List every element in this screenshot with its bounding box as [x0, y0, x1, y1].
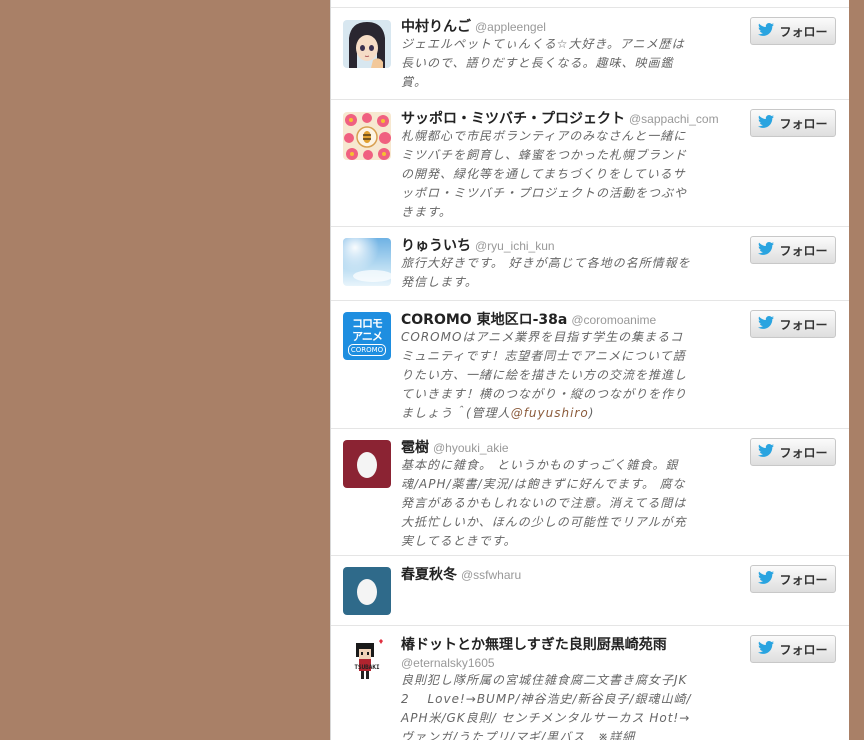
flower-pattern-icon	[343, 112, 391, 160]
follow-label: フォロー	[779, 116, 828, 131]
user-avatar[interactable]	[343, 238, 391, 286]
list-item: サッポロ・ミツバチ・プロジェクト @sappachi_com 札幌都心で市民ボラン…	[331, 99, 850, 226]
screen-name[interactable]: @appleengel	[475, 20, 546, 34]
logo-text-3: COROMO	[347, 343, 387, 356]
bio-text-end: )	[588, 406, 595, 420]
user-name[interactable]: 雹樹 @hyouki_akie	[401, 437, 509, 457]
user-name[interactable]: 春夏秋冬 @ssfwharu	[401, 564, 521, 584]
follow-button[interactable]: フォロー	[750, 236, 836, 264]
user-name[interactable]: サッポロ・ミツバチ・プロジェクト @sappachi_com	[401, 108, 719, 128]
twitter-bird-icon	[758, 316, 775, 332]
user-avatar[interactable]: TSUBAKI	[343, 637, 391, 685]
follow-button[interactable]: フォロー	[750, 438, 836, 466]
user-bio: 札幌都心で市民ボランティアのみなさんと一緒にミツバチを飼育し、蜂蜜をつかった札幌…	[401, 129, 688, 219]
list-item: コロモ アニメ COROMO COROMO 東地区ロ-38a @coromoani…	[331, 300, 850, 428]
user-name[interactable]: りゅういち @ryu_ichi_kun	[401, 235, 555, 255]
avatar-caption: TSUBAKI	[354, 664, 380, 671]
list-item: りゅういち @ryu_ichi_kun 旅行大好きです。 好きが高じて各地の名所情…	[331, 226, 850, 300]
follow-label: フォロー	[779, 24, 828, 39]
screen-name[interactable]: @hyouki_akie	[433, 441, 509, 455]
follow-label: フォロー	[779, 243, 828, 258]
user-name[interactable]: 椿ドットとか無理しすぎた良則厨黒崎苑雨	[401, 634, 667, 654]
twitter-bird-icon	[758, 23, 775, 39]
follow-button[interactable]: フォロー	[750, 310, 836, 338]
logo-text-1: コロモ	[352, 316, 383, 330]
coromo-logo-icon: コロモ アニメ COROMO	[343, 312, 391, 360]
user-name[interactable]: 中村りんご @appleengel	[401, 16, 546, 36]
list-item: 中村りんご @appleengel ジェエルペットてぃんくる☆大好き。アニメ歴は長…	[331, 7, 850, 99]
follow-button[interactable]: フォロー	[750, 635, 836, 663]
screen-name[interactable]: @sappachi_com	[629, 112, 719, 126]
display-name[interactable]: COROMO 東地区ロ-38a	[401, 312, 567, 328]
twitter-bird-icon	[758, 115, 775, 131]
user-bio: 旅行大好きです。 好きが高じて各地の名所情報を発信します。	[401, 256, 691, 289]
follow-button[interactable]: フォロー	[750, 17, 836, 45]
user-avatar[interactable]	[343, 567, 391, 615]
follow-label: フォロー	[779, 572, 828, 587]
display-name[interactable]: 春夏秋冬	[401, 567, 457, 583]
follow-label: フォロー	[779, 317, 828, 332]
follow-button[interactable]: フォロー	[750, 565, 836, 593]
display-name[interactable]: 椿ドットとか無理しすぎた良則厨黒崎苑雨	[401, 637, 667, 653]
pixel-character-icon	[343, 637, 391, 685]
user-avatar[interactable]	[343, 20, 391, 68]
list-item: 雹樹 @hyouki_akie 基本的に雑食。 というかものすっごく雑食。銀魂/A…	[331, 428, 850, 555]
default-egg-icon	[343, 567, 391, 615]
display-name[interactable]: 中村りんご	[401, 19, 471, 35]
follow-label: フォロー	[779, 642, 828, 657]
screen-name[interactable]: @eternalsky1605	[401, 656, 495, 670]
twitter-bird-icon	[758, 242, 775, 258]
user-bio: ジェエルペットてぃんくる☆大好き。アニメ歴は長いので、語りだすと長くなる。趣味、…	[401, 37, 685, 89]
logo-text-2: アニメ	[352, 329, 383, 343]
scrollbar[interactable]	[849, 0, 864, 740]
screen-name[interactable]: @coromoanime	[571, 313, 656, 327]
twitter-bird-icon	[758, 444, 775, 460]
user-bio: COROMOはアニメ業界を目指す学生の集まるコミュニティです！志望者同士でアニメ…	[401, 328, 693, 423]
default-egg-icon	[343, 440, 391, 488]
list-item: TSUBAKI 椿ドットとか無理しすぎた良則厨黒崎苑雨 @eternalsky1…	[331, 625, 850, 740]
display-name[interactable]: サッポロ・ミツバチ・プロジェクト	[401, 111, 625, 127]
sky-icon	[343, 238, 391, 286]
user-avatar[interactable]: コロモ アニメ COROMO	[343, 312, 391, 360]
user-name[interactable]: COROMO 東地区ロ-38a @coromoanime	[401, 309, 656, 329]
user-bio: 基本的に雑食。 というかものすっごく雑食。銀魂/APH/薬書/実況/は飽きずに好…	[401, 458, 687, 548]
list-item: 春夏秋冬 @ssfwharu フォロー	[331, 555, 850, 625]
follow-button[interactable]: フォロー	[750, 109, 836, 137]
twitter-bird-icon	[758, 641, 775, 657]
twitter-bird-icon	[758, 571, 775, 587]
display-name[interactable]: 雹樹	[401, 440, 429, 456]
anime-character-icon	[343, 20, 391, 68]
screen-name[interactable]: @ryu_ichi_kun	[475, 239, 555, 253]
screen-name[interactable]: @ssfwharu	[461, 568, 521, 582]
user-bio: 良則犯し隊所属の宮城住雑食腐二文書き腐女子JK2 Love!→BUMP/神谷浩史…	[401, 673, 692, 740]
user-avatar[interactable]	[343, 112, 391, 160]
follow-list-panel: 中村りんご @appleengel ジェエルペットてぃんくる☆大好き。アニメ歴は長…	[330, 0, 851, 740]
display-name[interactable]: りゅういち	[401, 238, 471, 254]
bio-mention-link[interactable]: @fuyushiro	[511, 406, 589, 420]
user-avatar[interactable]	[343, 440, 391, 488]
follow-label: フォロー	[779, 445, 828, 460]
